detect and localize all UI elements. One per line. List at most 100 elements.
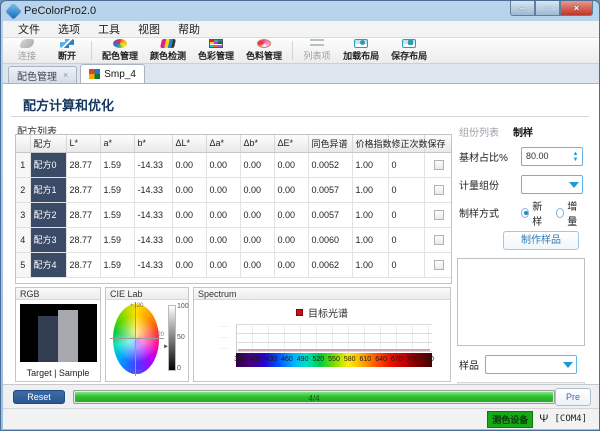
table-cell[interactable]: 0.0060 — [308, 227, 352, 252]
table-cell[interactable]: 1 — [16, 152, 30, 177]
table-cell[interactable]: 0.0057 — [308, 202, 352, 227]
list-items-button[interactable]: 列表项 — [297, 38, 337, 63]
save-checkbox[interactable] — [434, 185, 444, 195]
column-header[interactable]: ΔE* — [274, 135, 308, 152]
table-cell[interactable]: 0.0057 — [308, 177, 352, 202]
table-cell[interactable]: 1.59 — [100, 152, 134, 177]
table-cell[interactable]: 0 — [388, 252, 424, 277]
table-cell[interactable]: 1.59 — [100, 202, 134, 227]
table-cell[interactable]: 0.0052 — [308, 152, 352, 177]
table-cell[interactable]: 0.00 — [274, 227, 308, 252]
color-match-manage-button[interactable]: 配色管理 — [96, 38, 144, 63]
column-header[interactable]: 保存 — [424, 135, 451, 152]
table-row[interactable]: 3配方228.771.59-14.330.000.000.000.000.005… — [16, 202, 451, 227]
tab-close-icon[interactable]: × — [63, 70, 68, 80]
menu-tools[interactable]: 工具 — [89, 20, 129, 38]
table-cell[interactable]: 0 — [388, 152, 424, 177]
table-cell[interactable]: 1.00 — [352, 252, 388, 277]
table-cell[interactable]: -14.33 — [134, 177, 172, 202]
menu-file[interactable]: 文件 — [9, 20, 49, 38]
maximize-button[interactable]: ▫ — [535, 1, 560, 16]
column-header[interactable]: 修正次数 — [388, 135, 424, 152]
table-cell[interactable]: 4 — [16, 227, 30, 252]
table-cell[interactable]: 5 — [16, 252, 30, 277]
table-cell[interactable]: 28.77 — [66, 177, 100, 202]
menu-options[interactable]: 选项 — [49, 20, 89, 38]
table-cell[interactable]: 1.00 — [352, 152, 388, 177]
table-cell[interactable]: 0.00 — [206, 202, 240, 227]
table-cell[interactable]: 0.0062 — [308, 252, 352, 277]
table-cell[interactable]: 0.00 — [240, 152, 274, 177]
table-cell[interactable]: 0 — [388, 177, 424, 202]
column-header[interactable]: 价格指数 — [352, 135, 388, 152]
table-cell[interactable]: 1.00 — [352, 202, 388, 227]
save-checkbox[interactable] — [434, 260, 444, 270]
close-button[interactable]: × — [560, 1, 593, 16]
make-sample-button[interactable]: 制作样品 — [503, 231, 579, 250]
recipe-name-cell[interactable]: 配方4 — [30, 252, 66, 277]
connect-button[interactable]: 连接 — [7, 38, 47, 63]
table-cell[interactable]: 28.77 — [66, 227, 100, 252]
table-row[interactable]: 4配方328.771.59-14.330.000.000.000.000.006… — [16, 227, 451, 252]
table-cell[interactable]: -14.33 — [134, 152, 172, 177]
table-cell[interactable]: 1.59 — [100, 252, 134, 277]
component-dropdown[interactable] — [521, 175, 583, 194]
column-header[interactable]: Δa* — [206, 135, 240, 152]
table-cell[interactable]: 28.77 — [66, 152, 100, 177]
tab-smp4[interactable]: Smp_4 — [80, 64, 145, 83]
table-cell[interactable]: 1.59 — [100, 177, 134, 202]
table-cell[interactable]: 0.00 — [274, 252, 308, 277]
disconnect-button[interactable]: 断开 — [47, 38, 87, 63]
column-header[interactable]: 配方 — [30, 135, 66, 152]
menu-view[interactable]: 视图 — [129, 20, 169, 38]
save-checkbox[interactable] — [434, 235, 444, 245]
table-cell[interactable]: -14.33 — [134, 202, 172, 227]
table-cell[interactable]: 1.00 — [352, 227, 388, 252]
table-cell[interactable]: 1.00 — [352, 177, 388, 202]
table-cell[interactable]: 3 — [16, 202, 30, 227]
table-row[interactable]: 1配方028.771.59-14.330.000.000.000.000.005… — [16, 152, 451, 177]
radio-new-sample[interactable]: 新样 — [521, 198, 548, 228]
tab-make-sample[interactable]: 制样 — [513, 124, 533, 139]
table-row[interactable]: 2配方128.771.59-14.330.000.000.000.000.005… — [16, 177, 451, 202]
table-cell[interactable]: 0 — [388, 202, 424, 227]
sample-dropdown[interactable] — [485, 355, 577, 374]
save-checkbox[interactable] — [434, 160, 444, 170]
table-cell[interactable]: 0.00 — [206, 227, 240, 252]
table-cell[interactable]: 0.00 — [172, 202, 206, 227]
tab-color-match-manage[interactable]: 配色管理 × — [8, 66, 77, 83]
table-cell[interactable]: 0.00 — [274, 152, 308, 177]
minimize-button[interactable]: – — [510, 1, 535, 16]
table-cell[interactable]: 0.00 — [172, 152, 206, 177]
spinner-arrows-icon[interactable]: ▲▼ — [570, 149, 581, 164]
load-layout-button[interactable]: 加载布局 — [337, 38, 385, 63]
table-cell[interactable]: 0 — [388, 227, 424, 252]
recipe-name-cell[interactable]: 配方0 — [30, 152, 66, 177]
table-cell[interactable]: 0.00 — [172, 177, 206, 202]
table-cell[interactable]: 0.00 — [172, 252, 206, 277]
table-cell[interactable]: 0.00 — [274, 202, 308, 227]
table-row[interactable]: 5配方428.771.59-14.330.000.000.000.000.006… — [16, 252, 451, 277]
color-detect-button[interactable]: 颜色检测 — [144, 38, 192, 63]
table-cell[interactable]: 28.77 — [66, 202, 100, 227]
table-cell[interactable]: 0.00 — [274, 177, 308, 202]
column-header-index[interactable] — [16, 135, 30, 152]
column-header[interactable]: b* — [134, 135, 172, 152]
pre-button[interactable]: Pre — [555, 388, 591, 406]
menu-help[interactable]: 帮助 — [169, 20, 209, 38]
column-header[interactable]: L* — [66, 135, 100, 152]
column-header[interactable]: Δb* — [240, 135, 274, 152]
column-header[interactable]: 同色异谱 — [308, 135, 352, 152]
column-header[interactable]: ΔL* — [172, 135, 206, 152]
recipe-name-cell[interactable]: 配方2 — [30, 202, 66, 227]
table-cell[interactable]: 1.59 — [100, 227, 134, 252]
table-cell[interactable]: -14.33 — [134, 252, 172, 277]
table-cell[interactable]: 0.00 — [206, 177, 240, 202]
table-cell[interactable]: 0.00 — [206, 152, 240, 177]
table-cell[interactable]: 0.00 — [240, 177, 274, 202]
column-header[interactable]: a* — [100, 135, 134, 152]
recipe-name-cell[interactable]: 配方3 — [30, 227, 66, 252]
table-cell[interactable]: 28.77 — [66, 252, 100, 277]
table-cell[interactable]: 2 — [16, 177, 30, 202]
color-manage-button[interactable]: 色彩管理 — [192, 38, 240, 63]
